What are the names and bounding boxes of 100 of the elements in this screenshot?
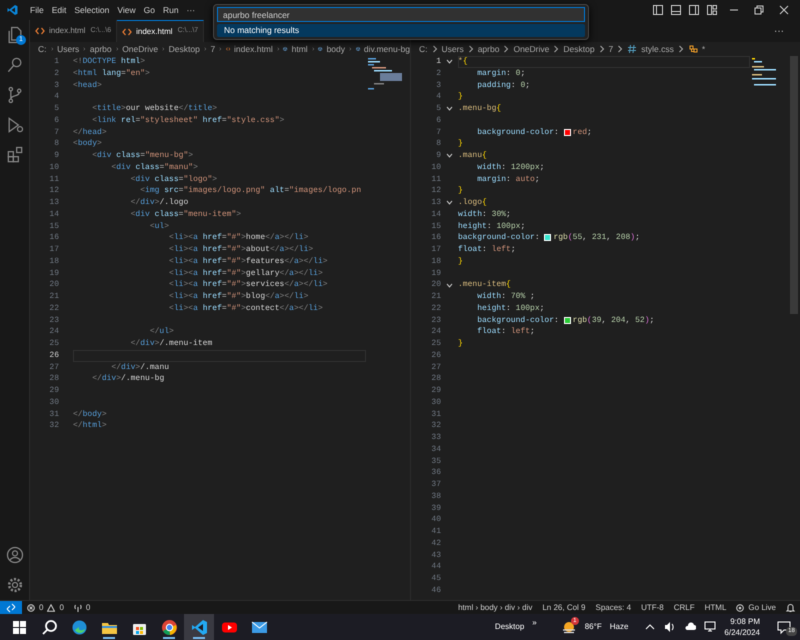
- sidebar-layout-icon[interactable]: [652, 4, 664, 16]
- status-item[interactable]: HTML: [700, 602, 732, 614]
- code-logo-icon: [6, 4, 18, 16]
- menu-item[interactable]: Selection: [70, 4, 114, 16]
- status-item[interactable]: Spaces: 4: [590, 602, 636, 614]
- code-line: <li><a href="#">home</a></li>: [168, 232, 308, 244]
- color-swatch[interactable]: [544, 234, 552, 242]
- status-item[interactable]: CRLF: [668, 602, 700, 614]
- chevron-down-icon[interactable]: [446, 282, 453, 289]
- chevron-down-icon[interactable]: [446, 199, 453, 206]
- color-swatch[interactable]: [564, 316, 571, 324]
- chevron-down-icon[interactable]: [446, 105, 453, 112]
- code-line: <li><a href="#">gellary</a></li>: [168, 268, 323, 280]
- breadcrumb-item[interactable]: html: [292, 42, 308, 56]
- breadcrumb-item[interactable]: 7: [210, 42, 216, 56]
- line-number: 23: [430, 314, 441, 326]
- line-number: 6: [53, 114, 59, 126]
- bell-icon[interactable]: [786, 603, 795, 612]
- chevron-icon: [468, 45, 474, 53]
- chevron-icon: [276, 45, 280, 53]
- code-line: width: 30%;: [458, 208, 511, 220]
- status-item[interactable]: UTF-8: [636, 602, 669, 614]
- scrollbar[interactable]: [790, 56, 798, 314]
- remote-icon: [6, 602, 16, 612]
- breadcrumb-item[interactable]: OneDrive: [122, 42, 158, 56]
- ports-button[interactable]: 0: [68, 602, 96, 614]
- remote-button[interactable]: [0, 601, 22, 614]
- overflow-button[interactable]: »: [532, 617, 537, 629]
- breadcrumb-item[interactable]: div.menu-bg: [364, 42, 410, 56]
- panel-layout-icon[interactable]: [670, 4, 682, 16]
- running-indicator: [193, 637, 205, 639]
- line-number: 32: [48, 420, 59, 432]
- go-live-button[interactable]: Go Live: [731, 602, 781, 614]
- cube-icon: [356, 44, 360, 54]
- line-number: 2: [53, 68, 59, 80]
- search-icon[interactable]: [40, 618, 58, 636]
- close-icon[interactable]: [778, 4, 790, 16]
- line-number: 24: [48, 326, 59, 338]
- status-item[interactable]: html › body › div › div: [453, 602, 538, 614]
- breadcrumb-item[interactable]: body: [326, 42, 345, 56]
- browser-circle-icon[interactable]: [160, 618, 178, 636]
- restore-icon[interactable]: [752, 4, 764, 16]
- menu-item[interactable]: Edit: [48, 4, 70, 16]
- menu-item[interactable]: Run: [158, 4, 183, 16]
- windows-icon[interactable]: [10, 618, 28, 636]
- breadcrumb-item[interactable]: OneDrive: [513, 42, 550, 56]
- status-item[interactable]: Ln 26, Col 9: [537, 602, 590, 614]
- breadcrumb-item[interactable]: Desktop: [563, 42, 595, 56]
- line-number: 17: [48, 244, 59, 256]
- breadcrumb-item[interactable]: aprbo: [478, 42, 500, 56]
- clock-time[interactable]: 9:08 PM: [730, 616, 760, 627]
- chevron-icon: [503, 45, 510, 53]
- cube-icon: [318, 44, 323, 54]
- chevron-down-icon[interactable]: [446, 152, 453, 160]
- chevron-down-icon[interactable]: [446, 58, 453, 66]
- more-menu-button[interactable]: ···: [182, 4, 200, 16]
- temperature-text[interactable]: 86°F: [584, 621, 602, 633]
- problems-button[interactable]: 0 0: [22, 602, 69, 614]
- breadcrumb-item[interactable]: C:: [419, 42, 428, 56]
- settings-icon[interactable]: [5, 575, 25, 595]
- more-actions-button[interactable]: ···: [774, 24, 784, 38]
- code-line: <li><a href="#">blog</a></li>: [168, 291, 308, 303]
- command-input[interactable]: apurbo freelancer: [217, 7, 585, 22]
- code-line: <li><a href="#">services</a></li>: [168, 279, 328, 291]
- monitor-icon[interactable]: [704, 621, 716, 633]
- breadcrumb-item[interactable]: Users: [57, 42, 80, 56]
- breadcrumb-item[interactable]: aprbo: [90, 42, 112, 56]
- line-number: 11: [430, 174, 441, 186]
- breadcrumb-item[interactable]: *: [702, 42, 706, 56]
- blocks-icon[interactable]: [5, 145, 25, 165]
- minimap-drawing[interactable]: [368, 58, 404, 92]
- swirl-icon[interactable]: [70, 618, 88, 636]
- breadcrumb-item[interactable]: index.html: [234, 42, 273, 56]
- color-swatch[interactable]: [564, 128, 571, 136]
- cloud-icon[interactable]: [684, 621, 696, 633]
- person-icon[interactable]: [5, 545, 25, 565]
- chevron-icon: [162, 45, 165, 53]
- menu-item[interactable]: Go: [140, 4, 159, 16]
- envelope-icon[interactable]: [250, 618, 268, 636]
- clock-date[interactable]: 6/24/2024: [724, 627, 760, 638]
- code-line: height: 100px;: [476, 302, 544, 314]
- breadcrumb-item[interactable]: C:: [38, 42, 46, 56]
- line-number: 37: [430, 479, 441, 491]
- breadcrumb-item[interactable]: Desktop: [168, 42, 200, 56]
- toolbar-label[interactable]: Desktop: [494, 621, 524, 633]
- weather-icon[interactable]: [560, 619, 577, 635]
- breadcrumb-item[interactable]: Users: [442, 42, 464, 56]
- code-line: padding: 0;: [476, 80, 530, 92]
- line-number: 32: [430, 420, 441, 432]
- breadcrumb-item[interactable]: style.css: [641, 42, 674, 56]
- menu-item[interactable]: File: [26, 4, 48, 16]
- sidebar-layout-icon[interactable]: [688, 4, 700, 16]
- code-editor-icon[interactable]: [190, 618, 208, 636]
- code-line: margin: auto;: [476, 174, 540, 186]
- line-number: 1: [53, 56, 59, 68]
- weather-condition[interactable]: Haze: [610, 621, 628, 633]
- breadcrumb-item[interactable]: 7: [608, 42, 614, 56]
- menu-item[interactable]: View: [113, 4, 140, 16]
- layout-grid-icon[interactable]: [706, 4, 718, 16]
- speaker-icon[interactable]: [664, 621, 676, 633]
